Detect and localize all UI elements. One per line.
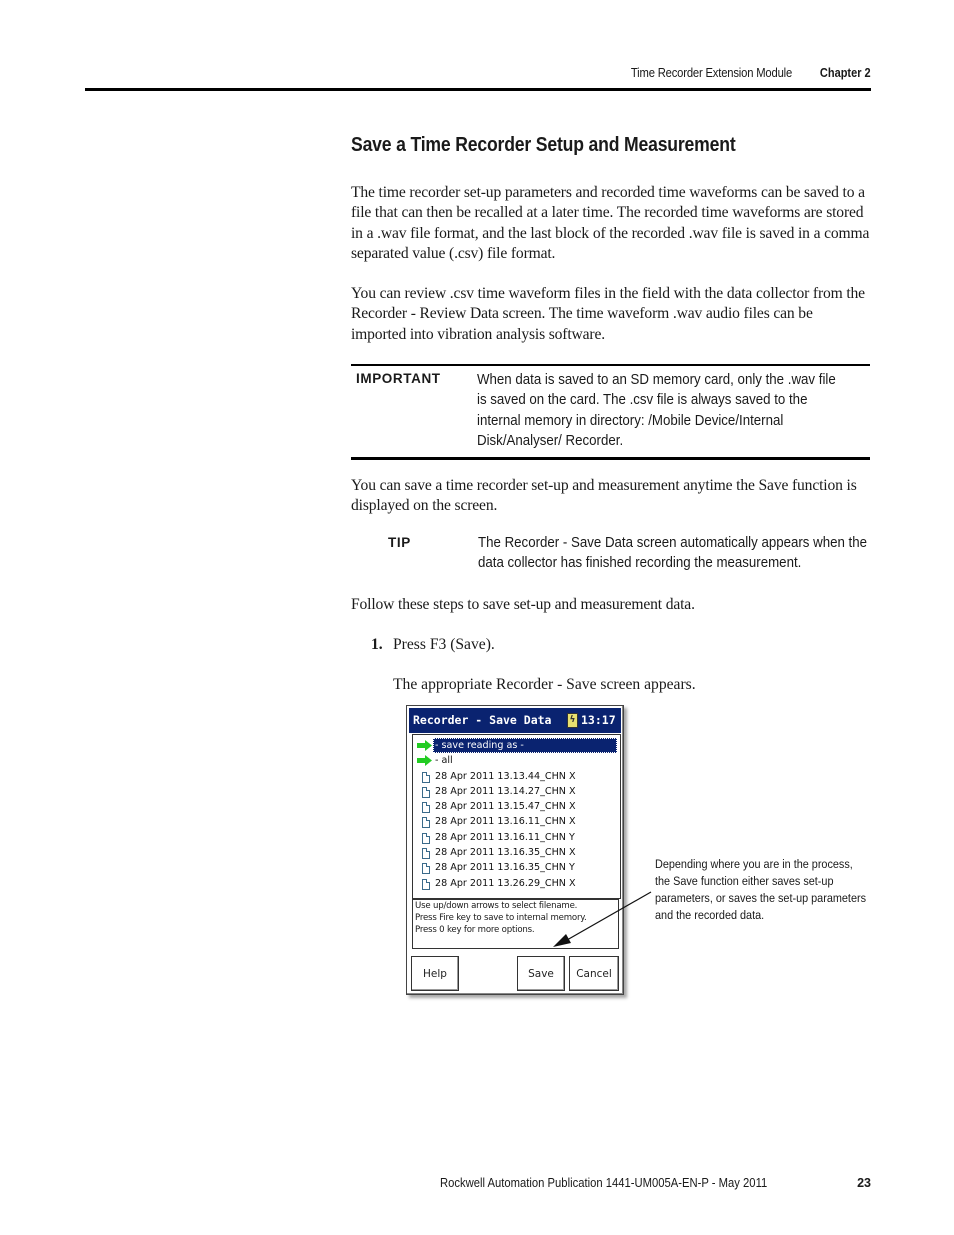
device-title: Recorder - Save Data	[413, 713, 552, 727]
callout-text: Depending where you are in the process, …	[655, 857, 867, 922]
page-number: 23	[857, 1176, 871, 1190]
list-item-label: 28 Apr 2011 13.16.35_CHN Y	[435, 862, 575, 874]
list-item-label: 28 Apr 2011 13.13.44_CHN X	[435, 770, 576, 782]
list-item-label: 28 Apr 2011 13.16.11_CHN X	[435, 816, 576, 828]
file-icon	[417, 878, 433, 890]
header-rule	[85, 88, 871, 91]
tip-label: TIP	[388, 535, 411, 550]
list-item[interactable]: - all	[415, 753, 618, 768]
list-item-label: - all	[435, 755, 453, 767]
important-note: IMPORTANT When data is saved to an SD me…	[351, 364, 870, 460]
device-file-list-items: - save reading as - - all 28 Apr 2011 13.1…	[415, 738, 618, 891]
list-item-label: 28 Apr 2011 13.14.27_CHN X	[435, 785, 576, 797]
paragraph-review: You can review .csv time waveform files …	[351, 284, 871, 345]
important-label: IMPORTANT	[356, 371, 441, 386]
help-line: Use up/down arrows to select filename.	[415, 901, 578, 911]
running-header-title: Time Recorder Extension Module	[630, 66, 792, 80]
file-icon	[417, 816, 433, 829]
list-item-label: 28 Apr 2011 13.15.47_CHN X	[435, 801, 576, 813]
list-item-label: 28 Apr 2011 13.16.35_CHN X	[435, 847, 576, 859]
file-icon	[417, 771, 433, 783]
help-line: Press 0 key for more options.	[415, 924, 535, 935]
step-number: 1.	[371, 636, 383, 653]
paragraph-follow-steps: Follow these steps to save set-up and me…	[351, 595, 871, 615]
list-item[interactable]: 28 Apr 2011 13.16.11_CHN Y	[415, 830, 618, 845]
tip-text: The Recorder - Save Data screen automati…	[478, 535, 868, 572]
paragraph-text: You can review .csv time waveform files …	[351, 285, 865, 343]
list-item[interactable]: 28 Apr 2011 13.16.11_CHN X	[415, 814, 618, 829]
paragraph-text: Follow these steps to save set-up and me…	[351, 596, 695, 613]
file-icon	[417, 786, 433, 798]
device-screen-recorder-save-data: Recorder - Save Data ϟ 13:17 - save read…	[406, 705, 624, 995]
list-item[interactable]: - save reading as -	[415, 738, 618, 753]
paragraph-intro: The time recorder set-up parameters and …	[351, 183, 871, 264]
step-result: The appropriate Recorder - Save screen a…	[393, 676, 696, 693]
file-icon	[417, 801, 433, 814]
file-icon	[417, 832, 433, 844]
help-button[interactable]: Help	[411, 956, 459, 991]
device-titlebar: Recorder - Save Data ϟ 13:17	[409, 708, 621, 733]
file-icon	[417, 847, 433, 860]
section-title: Save a Time Recorder Setup and Measureme…	[351, 134, 736, 156]
paragraph-save-anytime: You can save a time recorder set-up and …	[351, 476, 871, 517]
green-arrow-icon	[417, 755, 433, 767]
list-item-label: 28 Apr 2011 13.16.11_CHN Y	[435, 831, 575, 843]
running-header-chapter: Chapter 2	[820, 66, 871, 80]
device-clock: 13:17	[581, 713, 616, 727]
help-line: Press Fire key to save to internal memor…	[415, 912, 587, 923]
device-file-list[interactable]: - save reading as - - all 28 Apr 2011 13.1…	[412, 734, 621, 899]
list-item[interactable]: 28 Apr 2011 13.16.35_CHN Y	[415, 860, 618, 875]
list-item[interactable]: 28 Apr 2011 13.15.47_CHN X	[415, 799, 618, 814]
green-arrow-icon	[417, 740, 433, 751]
file-icon	[417, 862, 433, 875]
battery-charging-icon: ϟ	[567, 713, 578, 728]
list-item-label: - save reading as -	[433, 738, 617, 753]
cancel-button[interactable]: Cancel	[569, 956, 619, 991]
important-text: When data is saved to an SD memory card,…	[477, 372, 836, 449]
paragraph-text: The time recorder set-up parameters and …	[351, 184, 870, 262]
paragraph-text: You can save a time recorder set-up and …	[351, 477, 857, 515]
list-item-label: 28 Apr 2011 13.26.29_CHN X	[435, 877, 576, 889]
step-text: Press F3 (Save).	[393, 636, 495, 653]
list-item[interactable]: 28 Apr 2011 13.13.44_CHN X	[415, 769, 618, 784]
device-help-text: Use up/down arrows to select filename. P…	[412, 899, 619, 949]
list-item[interactable]: 28 Apr 2011 13.26.29_CHN X	[415, 876, 618, 891]
save-button[interactable]: Save	[517, 956, 565, 991]
list-item[interactable]: 28 Apr 2011 13.14.27_CHN X	[415, 784, 618, 799]
list-item[interactable]: 28 Apr 2011 13.16.35_CHN X	[415, 845, 618, 860]
footer-publication: Rockwell Automation Publication 1441-UM0…	[440, 1176, 768, 1190]
